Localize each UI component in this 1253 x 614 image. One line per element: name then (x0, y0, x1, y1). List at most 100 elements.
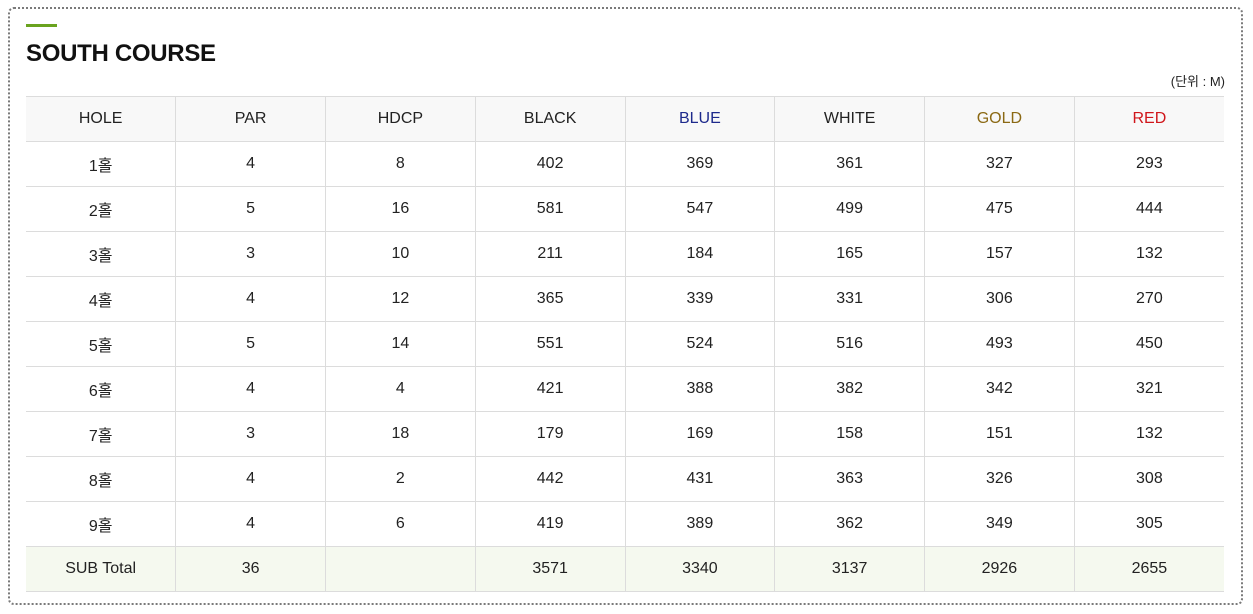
cell-gold: 157 (924, 231, 1075, 277)
cell-black: 421 (475, 366, 626, 412)
cell-white: 382 (774, 366, 925, 412)
column-header-hole: HOLE (26, 96, 177, 142)
cell-red: 293 (1074, 141, 1224, 187)
cell-par: 5 (175, 321, 326, 367)
subtotal-cell-hole: SUB Total (26, 546, 177, 592)
cell-white: 362 (774, 501, 925, 547)
cell-par: 3 (175, 231, 326, 277)
table-row: 7홀 3 18 179 169 158 151 132 (26, 411, 1224, 457)
cell-hdcp: 8 (325, 141, 476, 187)
cell-gold: 327 (924, 141, 1075, 187)
cell-blue: 339 (625, 276, 776, 322)
cell-white: 331 (774, 276, 925, 322)
cell-blue: 169 (625, 411, 776, 457)
table-row: 6홀 4 4 421 388 382 342 321 (26, 366, 1224, 412)
cell-white: 165 (774, 231, 925, 277)
cell-hdcp: 2 (325, 456, 476, 502)
table-row: 5홀 5 14 551 524 516 493 450 (26, 321, 1224, 367)
column-header-red: RED (1074, 96, 1224, 142)
cell-hdcp: 16 (325, 186, 476, 232)
cell-white: 361 (774, 141, 925, 187)
subtotal-row: SUB Total 36 3571 3340 3137 2926 2655 (26, 546, 1224, 592)
cell-hdcp: 14 (325, 321, 476, 367)
cell-red: 308 (1074, 456, 1224, 502)
cell-black: 179 (475, 411, 626, 457)
cell-red: 132 (1074, 411, 1224, 457)
cell-hdcp: 4 (325, 366, 476, 412)
table-row: 1홀 4 8 402 369 361 327 293 (26, 141, 1224, 187)
cell-hole: 1홀 (26, 141, 177, 187)
table-body: 1홀 4 8 402 369 361 327 293 2홀 5 16 581 547 499 475 444 3… (26, 141, 1224, 547)
cell-gold: 342 (924, 366, 1075, 412)
cell-red: 305 (1074, 501, 1224, 547)
cell-black: 581 (475, 186, 626, 232)
column-header-par: PAR (175, 96, 326, 142)
cell-gold: 493 (924, 321, 1075, 367)
cell-gold: 326 (924, 456, 1075, 502)
cell-blue: 389 (625, 501, 776, 547)
table-header: HOLE PAR HDCP BLACK BLUE WHITE GOLD RED (26, 96, 1224, 142)
cell-black: 365 (475, 276, 626, 322)
table-row: 2홀 5 16 581 547 499 475 444 (26, 186, 1224, 232)
cell-black: 402 (475, 141, 626, 187)
cell-red: 132 (1074, 231, 1224, 277)
cell-hdcp: 6 (325, 501, 476, 547)
subtotal-cell-black: 3571 (475, 546, 626, 592)
cell-black: 211 (475, 231, 626, 277)
cell-white: 499 (774, 186, 925, 232)
cell-black: 551 (475, 321, 626, 367)
column-header-black: BLACK (475, 96, 626, 142)
cell-par: 5 (175, 186, 326, 232)
column-header-gold: GOLD (924, 96, 1075, 142)
cell-red: 444 (1074, 186, 1224, 232)
cell-black: 419 (475, 501, 626, 547)
cell-blue: 431 (625, 456, 776, 502)
subtotal-cell-red: 2655 (1074, 546, 1224, 592)
header-row: HOLE PAR HDCP BLACK BLUE WHITE GOLD RED (26, 96, 1224, 142)
scorecard-table: HOLE PAR HDCP BLACK BLUE WHITE GOLD RED 1홀 4 8 402… (26, 96, 1224, 592)
table-row: 3홀 3 10 211 184 165 157 132 (26, 231, 1224, 277)
cell-par: 4 (175, 366, 326, 412)
cell-hole: 4홀 (26, 276, 177, 322)
cell-gold: 151 (924, 411, 1075, 457)
cell-white: 363 (774, 456, 925, 502)
cell-par: 4 (175, 276, 326, 322)
cell-black: 442 (475, 456, 626, 502)
subtotal-cell-par: 36 (175, 546, 326, 592)
cell-white: 516 (774, 321, 925, 367)
cell-gold: 349 (924, 501, 1075, 547)
subtotal-cell-gold: 2926 (924, 546, 1075, 592)
cell-white: 158 (774, 411, 925, 457)
cell-par: 3 (175, 411, 326, 457)
table-row: 9홀 4 6 419 389 362 349 305 (26, 501, 1224, 547)
cell-red: 321 (1074, 366, 1224, 412)
subtotal-cell-white: 3137 (774, 546, 925, 592)
cell-hole: 8홀 (26, 456, 177, 502)
cell-hole: 2홀 (26, 186, 177, 232)
cell-gold: 475 (924, 186, 1075, 232)
subtotal-cell-hdcp (325, 546, 476, 592)
cell-red: 270 (1074, 276, 1224, 322)
cell-blue: 184 (625, 231, 776, 277)
table-row: 8홀 4 2 442 431 363 326 308 (26, 456, 1224, 502)
table-footer: SUB Total 36 3571 3340 3137 2926 2655 (26, 546, 1224, 592)
cell-par: 4 (175, 456, 326, 502)
cell-blue: 524 (625, 321, 776, 367)
cell-blue: 388 (625, 366, 776, 412)
cell-gold: 306 (924, 276, 1075, 322)
cell-hdcp: 12 (325, 276, 476, 322)
column-header-blue: BLUE (625, 96, 776, 142)
cell-par: 4 (175, 141, 326, 187)
cell-par: 4 (175, 501, 326, 547)
page-title: SOUTH COURSE (26, 40, 216, 67)
column-header-hdcp: HDCP (325, 96, 476, 142)
table-row: 4홀 4 12 365 339 331 306 270 (26, 276, 1224, 322)
cell-hdcp: 10 (325, 231, 476, 277)
cell-hdcp: 18 (325, 411, 476, 457)
unit-label: (단위 : M) (1170, 74, 1225, 89)
cell-blue: 547 (625, 186, 776, 232)
cell-blue: 369 (625, 141, 776, 187)
cell-hole: 7홀 (26, 411, 177, 457)
subtotal-cell-blue: 3340 (625, 546, 776, 592)
cell-hole: 6홀 (26, 366, 177, 412)
